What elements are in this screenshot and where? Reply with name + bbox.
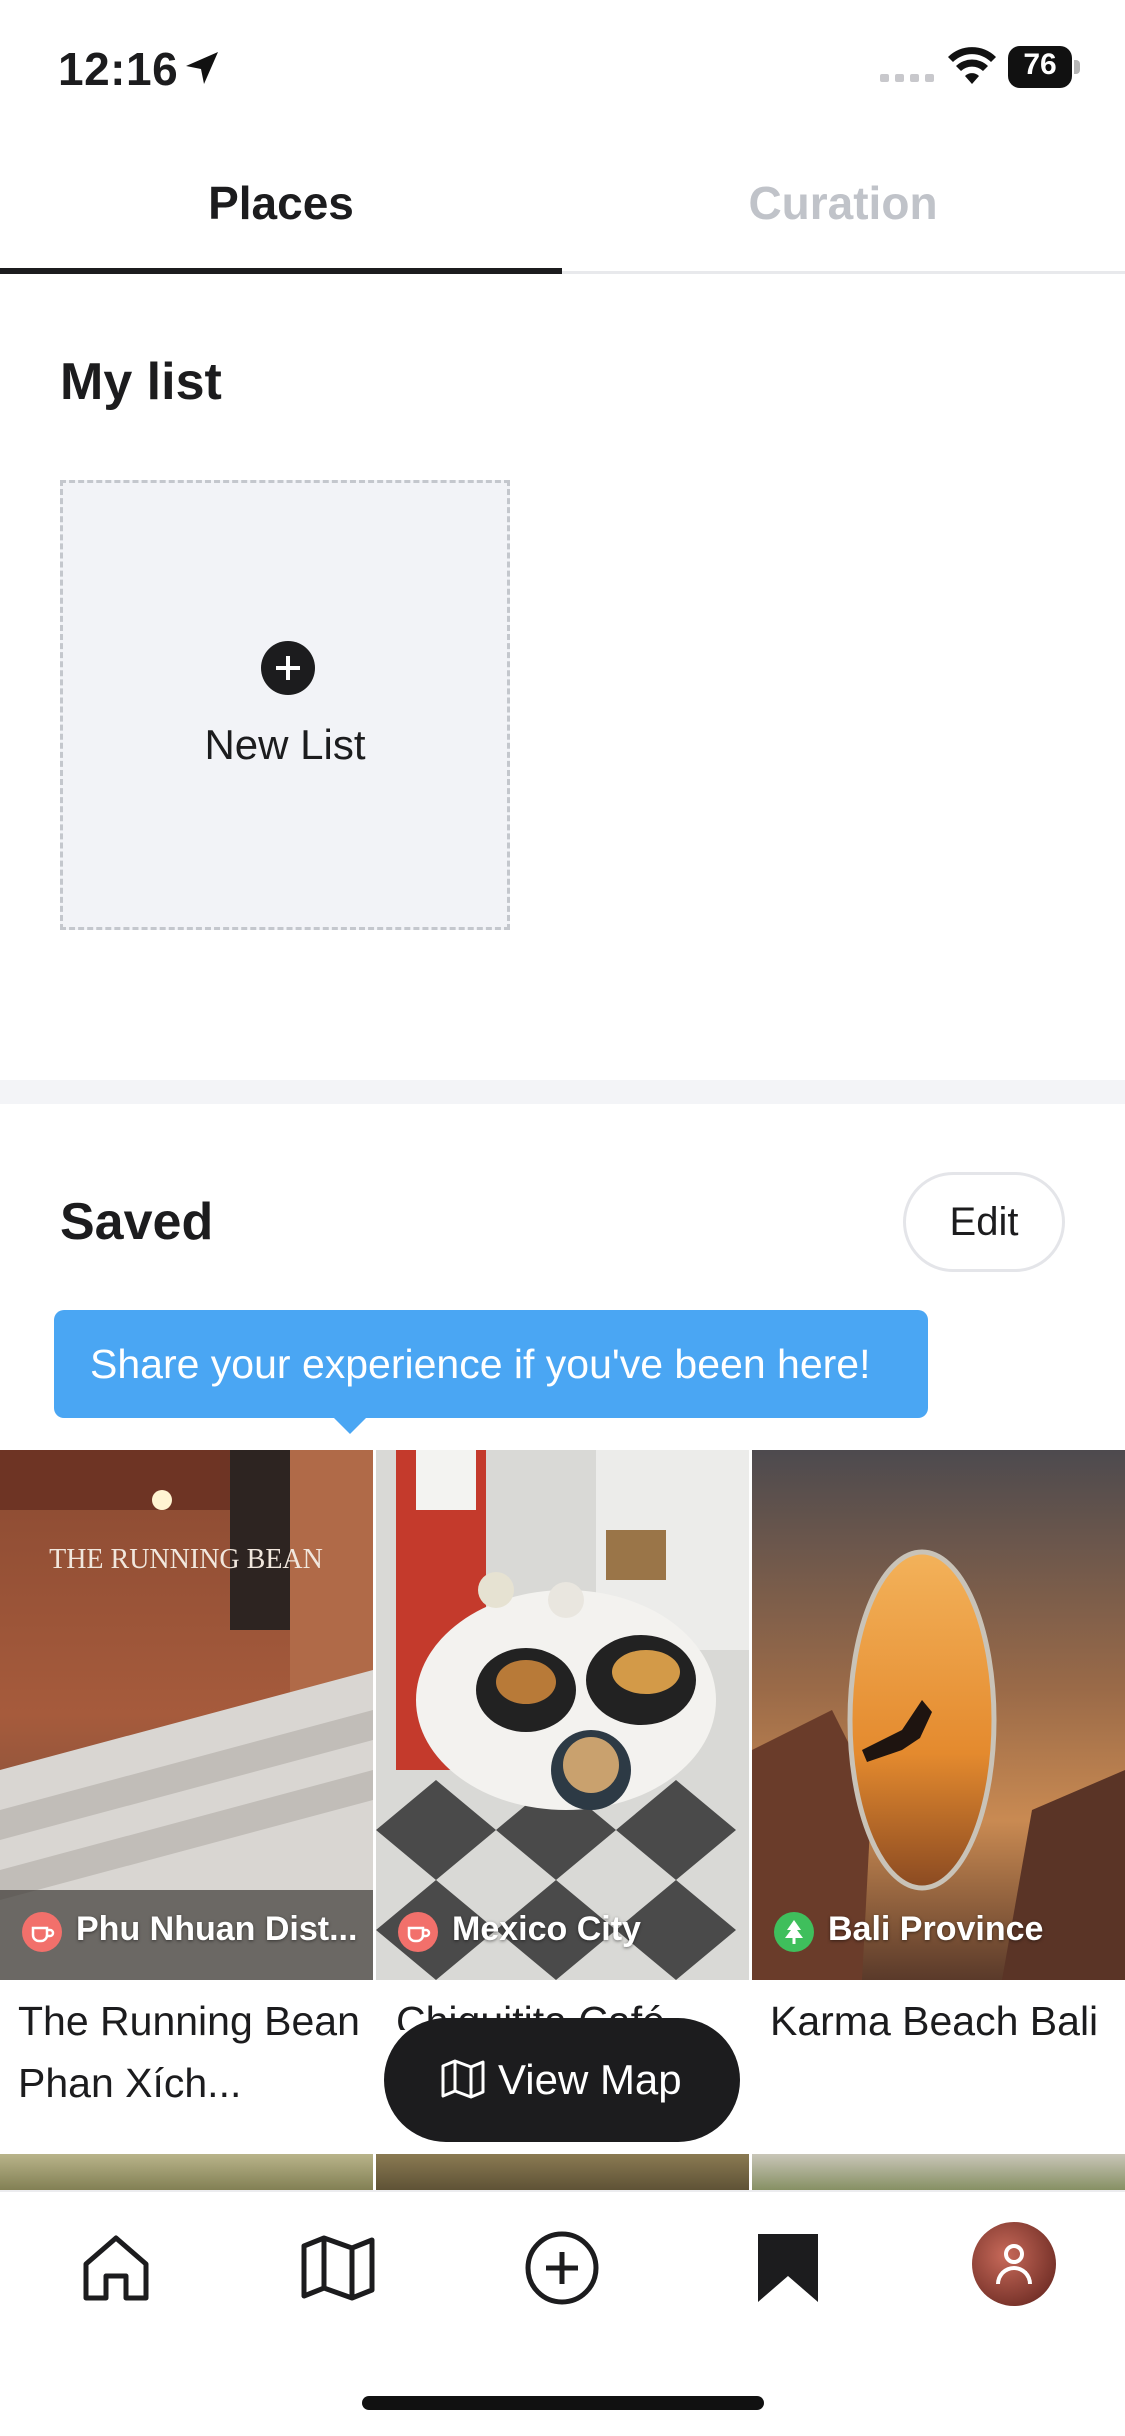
saved-place-card[interactable]: Bali Province (752, 1450, 1125, 1980)
bookmark-icon[interactable] (748, 2228, 828, 2308)
tooltip-arrow (332, 1416, 368, 1434)
status-bar: 12:16 76 (0, 0, 1125, 135)
saved-place-card[interactable]: Mexico City (376, 1450, 749, 1980)
wifi-icon (948, 47, 996, 84)
battery-indicator: 76 (1008, 46, 1080, 88)
map-icon[interactable] (298, 2228, 378, 2308)
view-map-label: View Map (498, 2056, 682, 2103)
saved-place-card[interactable]: THE RUNNING BEAN Phu Nhuan Dist... (0, 1450, 373, 1980)
edit-button[interactable]: Edit (903, 1172, 1065, 1272)
tree-icon (774, 1912, 814, 1952)
cellular-signal-icon (880, 74, 934, 82)
place-photo (376, 1450, 749, 1980)
place-photo (376, 2154, 749, 2194)
tab-curation[interactable]: Curation (562, 150, 1124, 276)
section-divider (0, 1080, 1125, 1104)
tooltip-text: Share your experience if you've been her… (90, 1341, 871, 1387)
battery-percent: 76 (1023, 48, 1057, 81)
saved-heading: Saved (60, 1193, 214, 1251)
status-time: 12:16 (58, 43, 179, 95)
place-location: Phu Nhuan Dist... (76, 1910, 358, 1948)
place-photo: THE RUNNING BEAN (0, 1450, 373, 1980)
active-tab-indicator (0, 268, 562, 274)
my-list-heading: My list (60, 353, 222, 411)
tab-places[interactable]: Places (0, 150, 562, 276)
segment-tabs: Places Curation (0, 150, 1125, 276)
new-list-button[interactable]: New List (60, 480, 510, 930)
home-icon[interactable] (76, 2228, 156, 2308)
place-title[interactable]: The Running Bean Phan Xích... (18, 1990, 378, 2114)
home-indicator (362, 2396, 764, 2410)
place-photo (752, 2154, 1125, 2194)
map-icon (441, 2059, 485, 2099)
place-location: Mexico City (452, 1910, 641, 1948)
plus-circle-icon (261, 641, 315, 695)
location-arrow-icon (186, 52, 218, 84)
svg-text:THE RUNNING BEAN: THE RUNNING BEAN (49, 1544, 323, 1575)
coffee-icon (22, 1912, 62, 1952)
tab-divider (562, 271, 1125, 274)
new-list-label: New List (204, 721, 366, 768)
add-circle-icon[interactable] (522, 2228, 602, 2308)
share-experience-tooltip[interactable]: Share your experience if you've been her… (54, 1310, 928, 1434)
coffee-icon (398, 1912, 438, 1952)
place-photo (752, 1450, 1125, 1980)
place-photo (0, 2154, 373, 2194)
place-location: Bali Province (828, 1910, 1044, 1948)
place-title[interactable]: Karma Beach Bali (770, 1990, 1125, 2052)
view-map-button[interactable]: View Map (384, 2018, 740, 2142)
profile-avatar[interactable] (972, 2222, 1056, 2306)
